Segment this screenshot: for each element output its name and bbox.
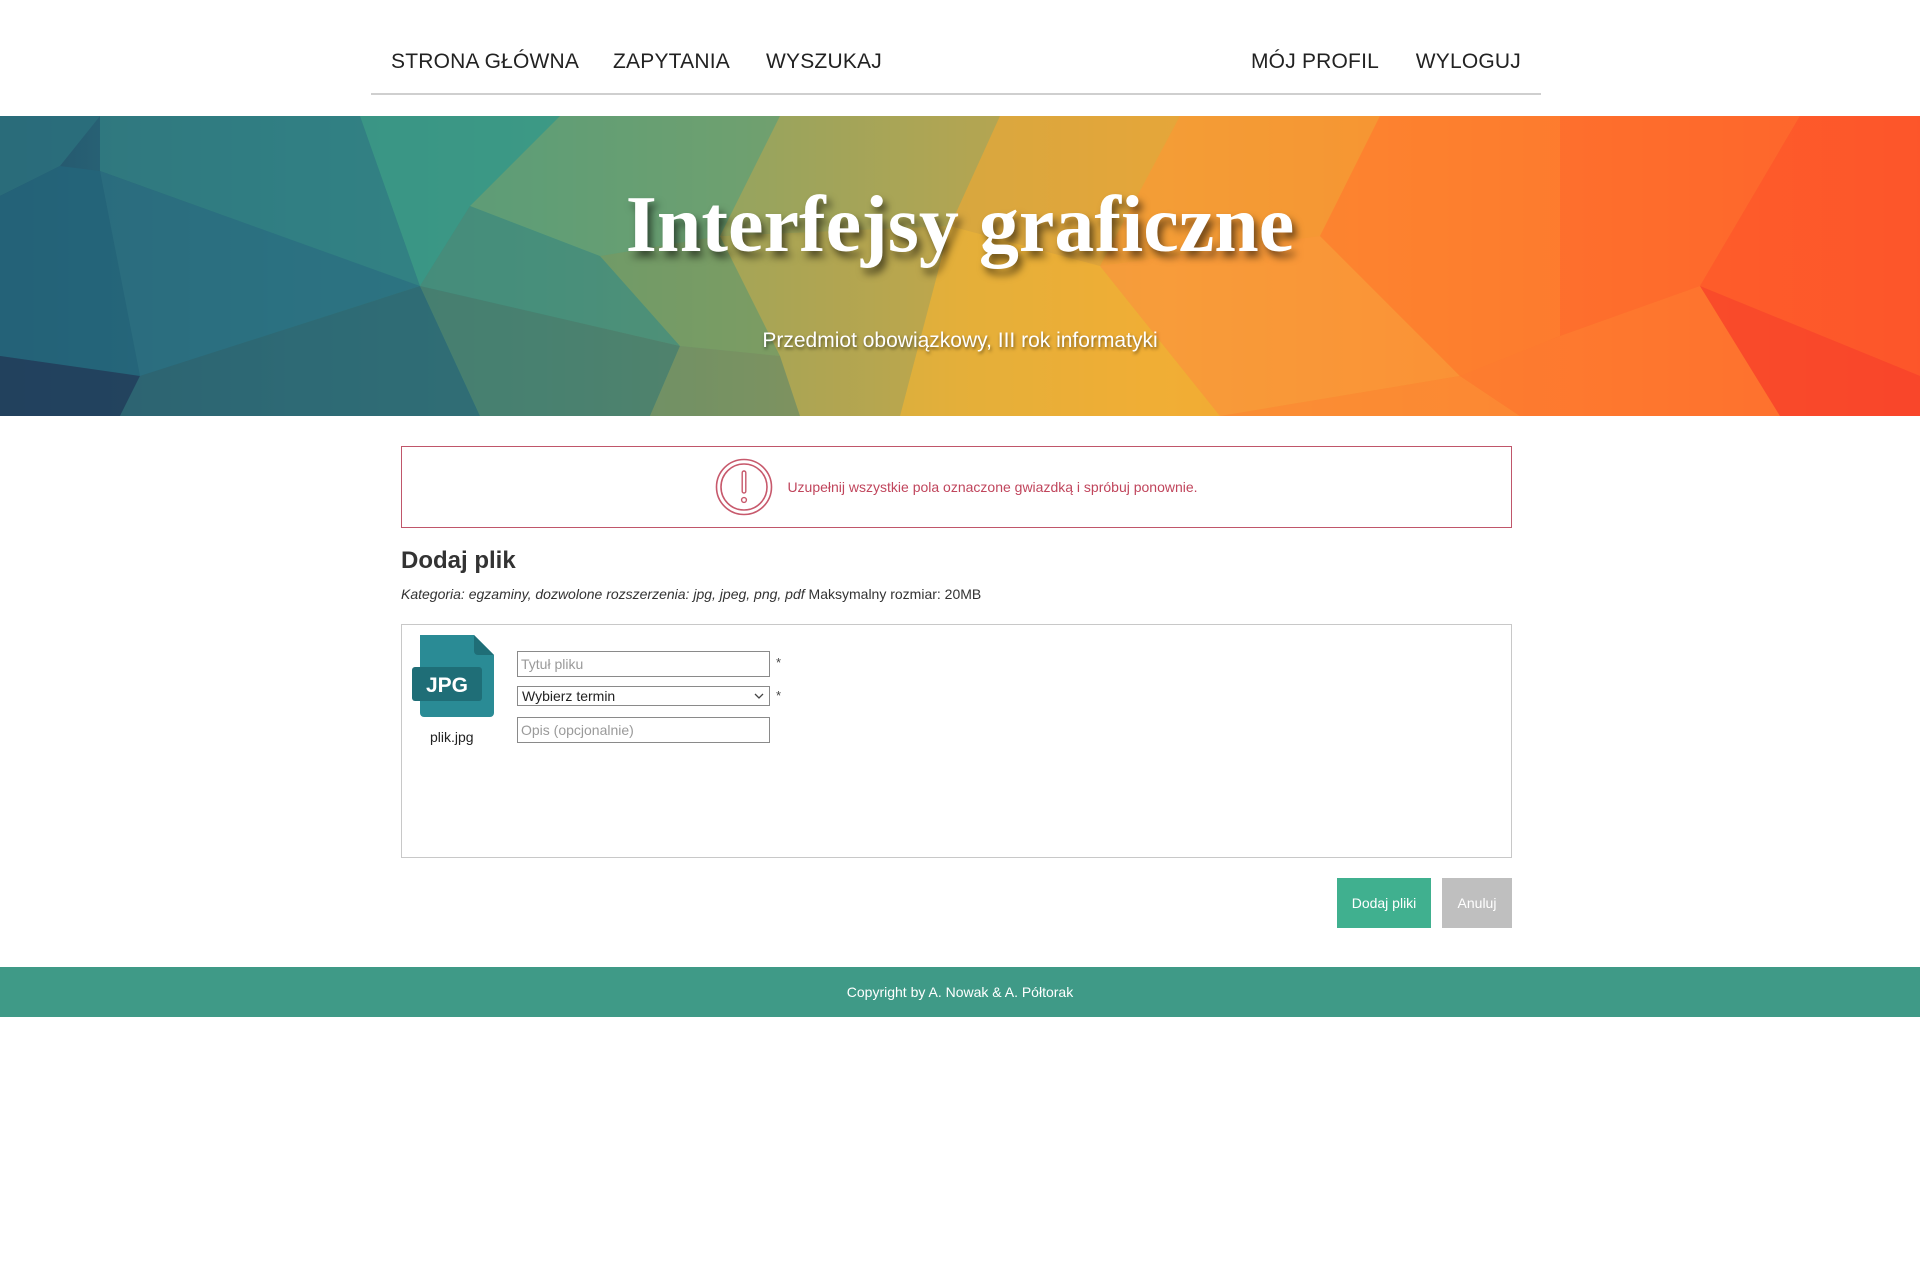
jpg-file-icon: JPG: [412, 635, 494, 717]
page-title: Interfejsy graficzne: [625, 181, 1295, 269]
exclamation-circle-icon: [716, 458, 773, 516]
footer: Copyright by A. Nowak & A. Półtorak: [0, 967, 1920, 1017]
nav-link-queries[interactable]: ZAPYTANIA: [613, 50, 730, 74]
nav-link-search[interactable]: WYSZUKAJ: [766, 50, 882, 74]
form-note: Kategoria: egzaminy, dozwolone rozszerze…: [401, 586, 981, 602]
error-alert: Uzupełnij wszystkie pola oznaczone gwiaz…: [401, 446, 1512, 528]
page-subtitle: Przedmiot obowiązkowy, III rok informaty…: [762, 329, 1158, 352]
nav-link-logout[interactable]: WYLOGUJ: [1416, 50, 1521, 74]
required-mark-term: *: [776, 688, 782, 703]
add-files-button[interactable]: Dodaj pliki: [1337, 878, 1431, 928]
form-note-max-size: Maksymalny rozmiar: 20MB: [804, 586, 982, 602]
file-title-input[interactable]: [517, 651, 770, 677]
form-title: Dodaj plik: [401, 547, 516, 574]
form-note-category: Kategoria: egzaminy, dozwolone rozszerze…: [401, 586, 805, 602]
term-select-value: Wybierz termin: [522, 688, 616, 704]
term-select[interactable]: Wybierz termin: [517, 686, 770, 706]
hero-banner: Interfejsy graficzne Przedmiot obowiązko…: [0, 116, 1920, 416]
file-description-input[interactable]: [517, 717, 770, 743]
copyright-text: Copyright by A. Nowak & A. Półtorak: [846, 984, 1074, 1000]
file-type-badge: JPG: [426, 674, 468, 697]
top-navigation: STRONA GŁÓWNA ZAPYTANIA WYSZUKAJ MÓJ PRO…: [371, 0, 1541, 95]
nav-link-profile[interactable]: MÓJ PROFIL: [1251, 50, 1379, 74]
alert-message: Uzupełnij wszystkie pola oznaczone gwiaz…: [787, 479, 1198, 495]
cancel-button[interactable]: Anuluj: [1442, 878, 1512, 928]
required-mark-title: *: [776, 655, 782, 670]
nav-link-home[interactable]: STRONA GŁÓWNA: [391, 50, 579, 74]
chevron-down-icon: [754, 693, 764, 699]
file-thumbnail: JPG: [412, 635, 494, 717]
file-name: plik.jpg: [430, 729, 474, 745]
file-upload-box: JPG plik.jpg * Wybierz termin *: [401, 624, 1512, 858]
